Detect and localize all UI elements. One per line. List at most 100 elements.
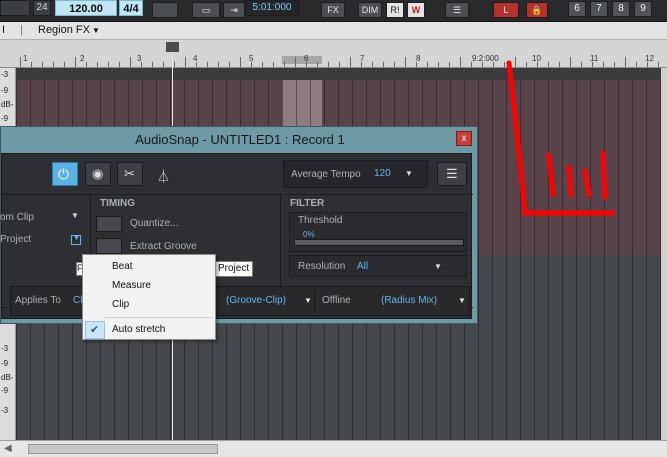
piano-icon[interactable]: ▭ [192,2,220,18]
ruler-tick [383,62,384,67]
right-edge [661,68,667,440]
scroll-thumb[interactable] [28,444,218,454]
tooltip: Project [215,261,253,277]
ruler-tick [636,62,637,67]
num-button-8[interactable]: 8 [612,1,630,17]
ruler-tick [262,62,263,67]
record-l-button[interactable]: L [493,2,519,18]
quantize-button[interactable]: Quantize... [130,218,178,229]
ruler-tick [493,62,494,67]
meter-label: -3 [1,406,9,415]
ruler-tick [185,57,186,67]
quantize-icon[interactable] [96,216,122,232]
menu-item-auto-stretch[interactable]: Auto stretch [112,324,165,335]
num-button-7[interactable]: 7 [590,1,608,17]
meter-label: -9 [1,114,9,123]
tempo-display[interactable]: 120.00 [55,0,117,16]
ruler-tick [31,62,32,67]
chevron-down-icon[interactable]: ▼ [71,211,79,220]
clock-icon: ◉ [92,166,104,181]
annotation-stroke [566,164,574,198]
meter-display[interactable]: 4/4 [119,0,143,16]
scissors-button[interactable]: ✂ [117,162,143,186]
threshold-slider[interactable] [294,239,464,246]
ruler-tick [196,62,197,67]
ruler-tick [97,62,98,67]
ruler-tick [75,57,76,67]
chevron-down-icon[interactable]: ▼ [304,296,312,305]
audiosnap-dialog: AudioSnap - UNTITLED1 : Record 1 x ⏻ ◉ ✂… [0,126,478,324]
close-icon: x [461,133,467,144]
time-value: 5:01:000 [252,2,292,13]
ruler-tick [207,62,208,67]
playhead-marker[interactable] [166,42,179,52]
scroll-left-icon[interactable]: ◀ [4,443,12,454]
dropdown-toggle[interactable]: ▼ [71,235,81,245]
lock-icon[interactable]: 🔒 [526,2,548,18]
metronome-icon: ⏃ [157,169,171,184]
avg-tempo-value: 120 [374,168,391,179]
menu-item-beat[interactable]: Beat [112,261,133,272]
grid-line [506,255,507,440]
ruler-tick [130,57,131,67]
red-annotation [506,60,616,216]
avg-tempo-field[interactable]: Average Tempo 120 ▼ [283,160,428,188]
metronome-button[interactable] [152,2,178,18]
ruler-tick [64,62,65,67]
chevron-down-icon[interactable]: ▼ [92,26,100,35]
snap-icon[interactable]: ⇥ [223,2,245,18]
transport-left-display [0,0,30,16]
threshold-panel: Threshold 0% [289,212,467,252]
grid-line [520,255,521,440]
ruler-tick [86,62,87,67]
tempo-value: 120.00 [69,3,103,15]
groove-clip-value[interactable]: (Groove-Clip) [226,295,286,306]
horizontal-scrollbar[interactable]: ◀ [0,440,667,457]
grid-line [646,80,647,255]
metronome-toggle[interactable]: ⏃ [150,162,176,186]
annotation-stroke [506,60,616,216]
ruler-selection [282,56,322,64]
chevron-down-icon: ▼ [405,169,413,178]
beats-counter: 24 [33,0,51,16]
offline-label: Offline [322,295,351,306]
w-button[interactable]: W [407,2,425,18]
record-l-label: L [503,5,509,15]
time-display: 5:01:000 [245,0,299,16]
extract-groove-button[interactable]: Extract Groove [130,241,197,252]
menu-button[interactable]: ☰ [437,162,467,186]
region-menubar: I | Region FX ▼ [0,22,667,40]
list-icon[interactable]: ☰ [445,2,469,18]
ruler-tick [141,62,142,67]
menu-item-clip[interactable]: Clip [112,299,129,310]
grid-line [534,255,535,440]
applies-bar: Applies To Cli (Groove-Clip) ▼ Offline (… [10,286,470,316]
r-button[interactable]: R! [386,2,404,18]
ruler-tick [405,57,406,67]
num-button-6[interactable]: 6 [568,1,586,17]
menu-item-region-fx[interactable]: Region FX [38,24,90,36]
num-button-9[interactable]: 9 [634,1,652,17]
menu-item-measure[interactable]: Measure [112,280,151,291]
menu-item-i[interactable]: I [2,24,5,36]
clock-button[interactable]: ◉ [85,162,111,186]
resolution-label: Resolution [298,261,346,272]
close-button[interactable]: x [456,131,472,146]
ruler-tick [328,62,329,67]
ruler-tick [625,57,626,67]
power-button[interactable]: ⏻ [52,162,78,186]
grid-line [618,255,619,440]
threshold-label: Threshold [298,215,343,226]
grid-line [492,80,493,255]
chevron-down-icon[interactable]: ▼ [458,296,466,305]
dim-button[interactable]: DIM [358,2,382,18]
meter-label: -3 [1,344,9,353]
ruler-tick [482,62,483,67]
extract-groove-icon[interactable] [96,238,122,254]
fx-button[interactable]: FX [321,2,345,18]
resolution-value: All [357,261,369,272]
ruler-tick [427,62,428,67]
ruler-tick [53,62,54,67]
resolution-field[interactable]: Resolution All ▼ [289,255,467,277]
radius-mix-value[interactable]: (Radius Mix) [381,295,437,306]
